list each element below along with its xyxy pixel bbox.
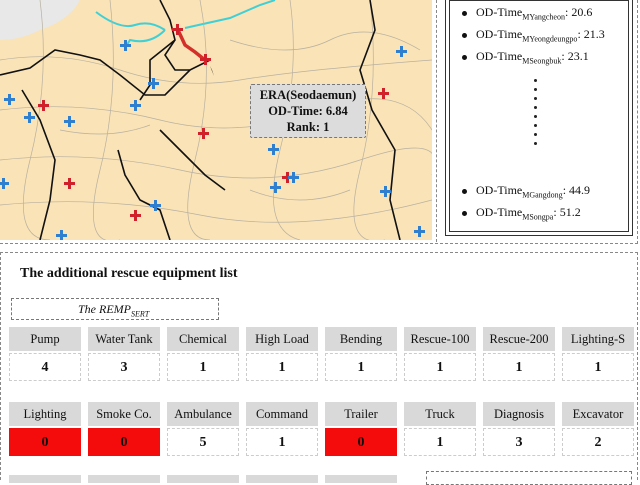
- equipment-count: 3: [88, 353, 160, 381]
- od-item: OD-TimeMSeongbuk: 23.1: [462, 49, 589, 65]
- bullet-icon: [462, 10, 467, 16]
- equipment-count: 2: [562, 428, 634, 456]
- equipment-count: 1: [404, 353, 476, 381]
- equipment-card-lighting: Lighting 0: [9, 402, 81, 458]
- equipment-label: Water Tank: [88, 327, 160, 351]
- equipment-label: Diagnosis: [483, 402, 555, 426]
- equipment-count: 5: [167, 428, 239, 456]
- map-canvas: [0, 0, 432, 240]
- equipment-count: 0: [88, 428, 160, 456]
- equipment-label: Excavator: [562, 402, 634, 426]
- equipment-label: Smoke Co.: [88, 402, 160, 426]
- equipment-label: Lighting: [9, 402, 81, 426]
- hospital-markers: [0, 40, 425, 240]
- equipment-label: High Load: [246, 327, 318, 351]
- equipment-card-pump: Pump 4: [9, 327, 81, 383]
- equipment-label: Rescue-100: [404, 327, 476, 351]
- equipment-count: 1: [483, 353, 555, 381]
- equipment-count: 1: [325, 353, 397, 381]
- equipment-card-trailer: Trailer 0: [325, 402, 397, 458]
- legend-box-partial: [426, 471, 632, 485]
- equipment-label: Lighting-S: [562, 327, 634, 351]
- equipment-count: 4: [9, 353, 81, 381]
- remp-label: The REMPSERT: [11, 298, 219, 320]
- origin-marker: [210, 66, 214, 76]
- equipment-panel: The additional rescue equipment list The…: [0, 252, 638, 485]
- equipment-card-command: Command 1: [246, 402, 318, 458]
- equipment-card-chemical: Chemical 1: [167, 327, 239, 383]
- equipment-card-partial: [88, 475, 160, 483]
- equipment-count: 1: [404, 428, 476, 456]
- callout-od-time: OD-Time: 6.84: [268, 104, 348, 118]
- equipment-label: Bending: [325, 327, 397, 351]
- route-line: [176, 29, 207, 62]
- od-list-frame: OD-TimeMYangcheon: 20.6 OD-TimeMYeongdeu…: [445, 0, 633, 236]
- equipment-card-truck: Truck 1: [404, 402, 476, 458]
- top-frame: ERA(Seodaemun) OD-Time: 6.84 Rank: 1 OD-…: [0, 0, 638, 244]
- equipment-card-partial: [9, 475, 81, 483]
- od-item: OD-TimeMYangcheon: 20.6: [462, 5, 592, 21]
- equipment-card-diagnosis: Diagnosis 3: [483, 402, 555, 458]
- section-title: The additional rescue equipment list: [20, 266, 238, 281]
- equipment-card-partial: [325, 475, 397, 483]
- equipment-label: Rescue-200: [483, 327, 555, 351]
- callout-rank: Rank: 1: [286, 120, 330, 134]
- equipment-count: 1: [246, 428, 318, 456]
- map-view[interactable]: ERA(Seodaemun) OD-Time: 6.84 Rank: 1: [0, 0, 432, 240]
- river-line: [184, 0, 276, 29]
- equipment-count: 1: [167, 353, 239, 381]
- equipment-label: Ambulance: [167, 402, 239, 426]
- equipment-card-smoke-co: Smoke Co. 0: [88, 402, 160, 458]
- equipment-card-bending: Bending 1: [325, 327, 397, 383]
- equipment-count: 0: [9, 428, 81, 456]
- equipment-card-partial: [167, 475, 239, 483]
- od-item: OD-TimeMYeongdeungpo: 21.3: [462, 27, 605, 43]
- equipment-card-lighting-s: Lighting-S 1: [562, 327, 634, 383]
- equipment-card-excavator: Excavator 2: [562, 402, 634, 458]
- ellipsis-dots: [534, 79, 540, 151]
- callout-title: ERA(Seodaemun): [259, 88, 357, 102]
- water-area: [0, 0, 80, 40]
- equipment-card-rescue-200: Rescue-200 1: [483, 327, 555, 383]
- equipment-card-high-load: High Load 1: [246, 327, 318, 383]
- equipment-label: Trailer: [325, 402, 397, 426]
- od-time-panel: OD-TimeMYangcheon: 20.6 OD-TimeMYeongdeu…: [436, 0, 638, 242]
- bullet-icon: [462, 54, 467, 60]
- equipment-card-partial: [246, 475, 318, 483]
- od-item: OD-TimeMGangdong: 44.9: [462, 183, 590, 199]
- equipment-count: 1: [246, 353, 318, 381]
- equipment-label: Chemical: [167, 327, 239, 351]
- equipment-count: 1: [562, 353, 634, 381]
- bullet-icon: [462, 32, 467, 38]
- bullet-icon: [462, 210, 467, 216]
- od-list: OD-TimeMYangcheon: 20.6 OD-TimeMYeongdeu…: [449, 0, 629, 232]
- equipment-count: 0: [325, 428, 397, 456]
- equipment-label: Command: [246, 402, 318, 426]
- equipment-card-water-tank: Water Tank 3: [88, 327, 160, 383]
- era-callout: ERA(Seodaemun) OD-Time: 6.84 Rank: 1: [250, 84, 366, 138]
- equipment-card-ambulance: Ambulance 5: [167, 402, 239, 458]
- equipment-label: Pump: [9, 327, 81, 351]
- bullet-icon: [462, 188, 467, 194]
- equipment-count: 3: [483, 428, 555, 456]
- od-item: OD-TimeMSongpa: 51.2: [462, 205, 581, 221]
- equipment-label: Truck: [404, 402, 476, 426]
- river-line: [95, 11, 166, 31]
- equipment-card-rescue-100: Rescue-100 1: [404, 327, 476, 383]
